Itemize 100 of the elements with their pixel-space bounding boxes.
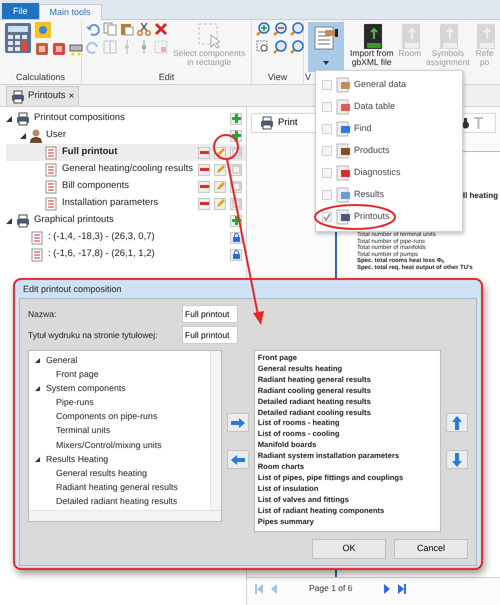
remove-button[interactable]: [198, 146, 210, 158]
list-item[interactable]: Terminal units: [35, 424, 210, 438]
next-page-icon[interactable]: [384, 584, 390, 594]
open-button[interactable]: [230, 248, 242, 260]
tree-label: Graphical printouts: [34, 213, 115, 228]
dialog-button[interactable]: Cancel: [394, 539, 468, 559]
zoom-all-icon[interactable]: [290, 22, 304, 36]
tab-label: Printouts: [28, 89, 66, 104]
menu-item-label[interactable]: Products: [354, 144, 390, 158]
menu-item-label[interactable]: Diagnostics: [354, 166, 401, 180]
add-button[interactable]: [230, 112, 242, 124]
ribbon-tab[interactable]: Main tools: [38, 4, 102, 20]
document-tab[interactable]: Printouts ×: [6, 86, 80, 106]
add-item-button[interactable]: [226, 413, 249, 432]
printer-icon: [260, 116, 274, 130]
delete-icon[interactable]: [154, 22, 168, 36]
expanded-triangle-icon[interactable]: [6, 116, 12, 122]
zoom-out-icon[interactable]: [273, 22, 287, 36]
expanded-triangle-icon[interactable]: [35, 358, 40, 363]
duplicate-button[interactable]: [230, 164, 242, 176]
list-item[interactable]: General results heating: [35, 466, 210, 481]
vertical-scrollbar[interactable]: [210, 351, 221, 510]
caret-icon: [323, 61, 329, 65]
list-item[interactable]: Pipe-runs: [35, 396, 210, 410]
edit-button[interactable]: [214, 180, 226, 192]
move-down-button[interactable]: [446, 450, 468, 469]
input-field[interactable]: Full printout: [182, 326, 238, 344]
checkbox[interactable]: [322, 212, 332, 222]
open-button[interactable]: [230, 232, 242, 244]
edit-button[interactable]: [214, 198, 226, 210]
tree-label: User: [46, 128, 68, 142]
expanded-triangle-icon[interactable]: [6, 218, 12, 224]
document-icon: [30, 230, 44, 244]
dialog-button[interactable]: OK: [312, 539, 386, 559]
last-page-icon[interactable]: [398, 584, 406, 594]
checkbox[interactable]: [322, 124, 332, 134]
checkbox[interactable]: [322, 146, 332, 156]
floor-plan-icon: [438, 23, 458, 49]
tree-item[interactable]: Full printout: [6, 144, 246, 161]
tree-item[interactable]: Installation parameters: [6, 195, 246, 212]
remove-button[interactable]: [198, 164, 210, 176]
checkbox[interactable]: [322, 190, 332, 200]
checkbox[interactable]: [322, 168, 332, 178]
tree-item[interactable]: : (-1,4, -18,3) - (26,3, 0,7): [6, 229, 246, 246]
copy-icon[interactable]: [103, 22, 117, 36]
zoom-window-icon[interactable]: [256, 40, 270, 54]
move-up-button[interactable]: [446, 413, 468, 432]
zoom-in-icon[interactable]: [256, 22, 270, 36]
module-icon[interactable]: [35, 22, 51, 38]
remove-button[interactable]: [198, 198, 210, 210]
edit-button[interactable]: [214, 164, 226, 176]
menu-item-label[interactable]: Find: [354, 122, 372, 136]
menu-item-icon: [336, 121, 350, 137]
ribbon-tab[interactable]: File: [2, 3, 39, 19]
ribbon-button[interactable]: Import from gbXML file: [348, 22, 396, 68]
tree-item[interactable]: User: [6, 127, 246, 144]
menu-item-label[interactable]: General data: [354, 78, 406, 92]
windows-dropdown-button[interactable]: [308, 22, 344, 72]
item-label: General: [46, 354, 78, 366]
group-label: V: [305, 72, 312, 83]
document-heading: ll heating: [462, 190, 498, 202]
input-field[interactable]: Full printout: [182, 305, 238, 323]
expanded-triangle-icon[interactable]: [35, 456, 40, 462]
list-item[interactable]: Radiant heating general results: [35, 480, 210, 495]
menu-item-label[interactable]: Results: [354, 188, 384, 202]
menu-item-label[interactable]: Data table: [354, 100, 396, 114]
add-icon: [232, 216, 240, 225]
tree-item[interactable]: Bill components: [6, 178, 246, 195]
down-arrow-icon: [452, 452, 462, 466]
remove-item-button[interactable]: [226, 450, 249, 469]
expanded-triangle-icon[interactable]: [20, 132, 26, 138]
tree-item[interactable]: Graphical printouts: [6, 212, 246, 229]
menu-item-label[interactable]: Printouts: [354, 210, 390, 224]
zoom-icon[interactable]: [290, 40, 304, 54]
report-icon[interactable]: [52, 42, 66, 56]
horizontal-scrollbar[interactable]: [29, 510, 221, 521]
checkbox[interactable]: [322, 80, 332, 90]
tree-item[interactable]: General heating/cooling results: [6, 161, 246, 178]
list-item[interactable]: Mixers/Control/mixing units: [35, 438, 210, 452]
tree-item[interactable]: Printout compositions: [6, 110, 246, 127]
radiator-icon[interactable]: [69, 42, 83, 56]
list-item[interactable]: Front page: [35, 367, 210, 382]
print-button[interactable]: Print: [260, 116, 298, 130]
report-icon[interactable]: [35, 42, 49, 56]
tree-item[interactable]: : (-1,6, -17,8) - (26,1, 1,2): [6, 246, 246, 263]
printer-icon: [16, 112, 30, 126]
list-item[interactable]: Detailed radiant heating results: [35, 494, 210, 510]
expanded-triangle-icon[interactable]: [35, 386, 40, 391]
zoom-icon[interactable]: [273, 40, 287, 54]
scissors-icon[interactable]: [137, 22, 151, 36]
checkbox[interactable]: [322, 102, 332, 112]
paste-icon[interactable]: [120, 22, 134, 36]
calculator-icon[interactable]: [4, 22, 32, 54]
group-label: Calculations: [14, 72, 66, 83]
lock-icon: [232, 250, 240, 259]
group-label: Edit: [158, 72, 176, 83]
close-icon[interactable]: ×: [68, 89, 74, 104]
remove-button[interactable]: [198, 180, 210, 192]
list-item[interactable]: Components on pipe-runs: [35, 410, 210, 424]
undo-icon[interactable]: [86, 22, 100, 36]
